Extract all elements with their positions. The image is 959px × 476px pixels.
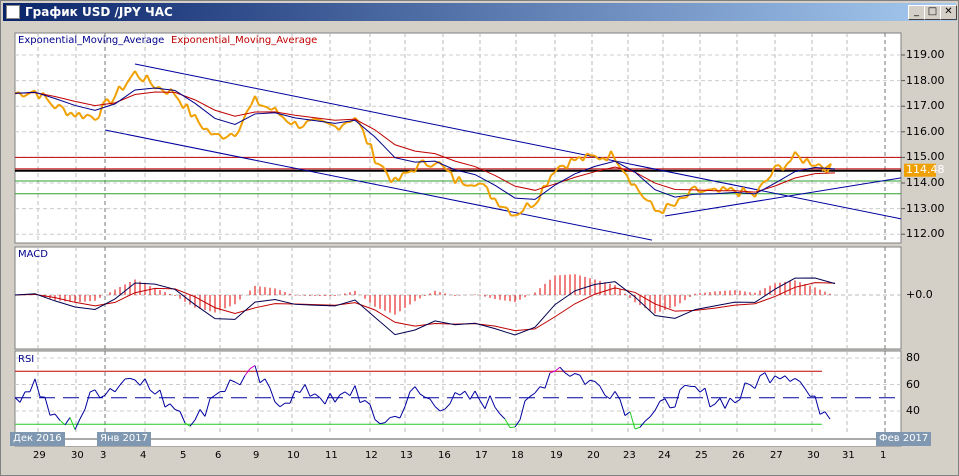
day-label: 11 xyxy=(325,450,338,461)
price-segment xyxy=(258,104,264,107)
price-segment xyxy=(810,164,816,167)
day-label: 3 xyxy=(100,450,107,461)
main-panel xyxy=(14,32,902,244)
month-label: Дек 2016 xyxy=(10,432,65,446)
macd-panel xyxy=(14,246,902,350)
day-label: 29 xyxy=(33,450,46,461)
day-label: 9 xyxy=(253,450,260,461)
price-segment xyxy=(514,213,520,217)
day-label: 10 xyxy=(287,450,300,461)
price-tick: 113.00 xyxy=(906,201,945,215)
day-label: 24 xyxy=(658,450,671,461)
day-label: 30 xyxy=(71,450,84,461)
price-tick: 116.00 xyxy=(906,124,945,138)
price-segment xyxy=(86,113,92,118)
price-tick: 117.00 xyxy=(906,99,945,113)
price-segment xyxy=(374,162,380,166)
price-segment xyxy=(462,183,468,187)
rsi-title: RSI xyxy=(18,354,35,365)
price-segment xyxy=(558,164,564,168)
price-segment xyxy=(330,123,336,127)
day-label: 5 xyxy=(180,450,187,461)
month-label: Янв 2017 xyxy=(97,432,152,446)
day-label: 31 xyxy=(842,450,855,461)
rsi-tick: 80 xyxy=(906,351,920,364)
price-segment xyxy=(314,117,320,121)
day-label: 30 xyxy=(807,450,820,461)
day-label: 27 xyxy=(770,450,783,461)
day-label: 12 xyxy=(365,450,378,461)
day-label: 6 xyxy=(215,450,222,461)
rsi-segment xyxy=(124,377,131,380)
price-segment xyxy=(682,196,688,199)
day-label: 17 xyxy=(475,450,488,461)
rsi-segment xyxy=(509,426,516,429)
rsi-tick: 60 xyxy=(906,377,920,391)
day-label: 20 xyxy=(587,450,600,461)
day-label: 1 xyxy=(880,450,887,461)
price-segment xyxy=(470,184,476,187)
day-label: 19 xyxy=(550,450,563,461)
day-label: 18 xyxy=(511,450,524,461)
day-label: 25 xyxy=(695,450,708,461)
price-tick: 119.00 xyxy=(906,48,945,61)
rsi-tick: 40 xyxy=(906,404,920,417)
macd-title: MACD xyxy=(18,249,48,260)
legend-ema-1: Exponential_Moving_Average xyxy=(18,35,165,46)
day-label: 16 xyxy=(438,450,451,461)
chart-canvas[interactable] xyxy=(0,0,959,476)
day-label: 23 xyxy=(623,450,636,461)
macd-tick: +0.0 xyxy=(906,288,933,301)
price-segment xyxy=(646,199,652,203)
current-price-label: 114.48 xyxy=(906,162,945,176)
legend-ema-2: Exponential_Moving_Average xyxy=(171,35,318,46)
rsi-segment xyxy=(39,396,46,398)
price-tick: 115.00 xyxy=(906,150,945,164)
price-tick: 114.00 xyxy=(906,176,945,189)
day-label: 4 xyxy=(140,450,147,461)
month-label: Фев 2017 xyxy=(876,432,932,446)
price-segment xyxy=(426,164,432,168)
price-segment xyxy=(710,187,716,191)
price-tick: 112.00 xyxy=(906,227,945,241)
price-segment xyxy=(210,132,216,136)
price-segment xyxy=(466,184,472,187)
price-tick: 118.00 xyxy=(906,73,945,87)
day-label: 26 xyxy=(732,450,745,461)
day-label: 13 xyxy=(400,450,413,461)
price-segment xyxy=(502,206,508,209)
price-segment xyxy=(262,104,268,109)
